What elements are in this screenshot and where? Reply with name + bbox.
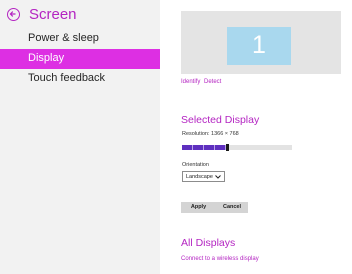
resolution-slider-thumb[interactable] [226,144,229,151]
detect-link[interactable]: Detect [204,79,221,85]
identify-link[interactable]: Identify [181,79,200,85]
nav-item-display[interactable]: Display [0,49,160,69]
cancel-button[interactable]: Cancel [216,202,248,213]
nav-item-touch-feedback[interactable]: Touch feedback [0,69,160,89]
monitor-number: 1 [252,31,266,59]
monitor-1-tile[interactable]: 1 [227,27,291,65]
resolution-label: Resolution: 1366 × 768 [182,131,239,137]
connect-wireless-display-link[interactable]: Connect to a wireless display [181,256,259,262]
orientation-value: Landscape [186,174,213,180]
selected-display-heading: Selected Display [181,114,260,126]
nav-item-power-sleep[interactable]: Power & sleep [0,29,160,49]
display-settings-pane: 1 Identify Detect Selected Display Resol… [160,0,352,274]
chevron-down-icon [215,175,221,179]
resolution-slider[interactable] [182,144,292,151]
orientation-select[interactable]: Landscape [182,171,225,182]
all-displays-heading: All Displays [181,237,236,249]
nav-item-label: Display [28,52,65,64]
orientation-label: Orientation [182,162,209,168]
nav-item-label: Touch feedback [28,72,106,84]
nav-item-label: Power & sleep [28,32,99,44]
monitor-arrangement-area: 1 [181,11,341,74]
resolution-slider-fill [182,145,226,150]
page-title: Screen [29,6,77,23]
apply-button[interactable]: Apply [181,202,216,213]
left-pane: Screen Power & sleep Display Touch feedb… [0,0,160,274]
back-arrow-icon[interactable] [7,8,20,21]
